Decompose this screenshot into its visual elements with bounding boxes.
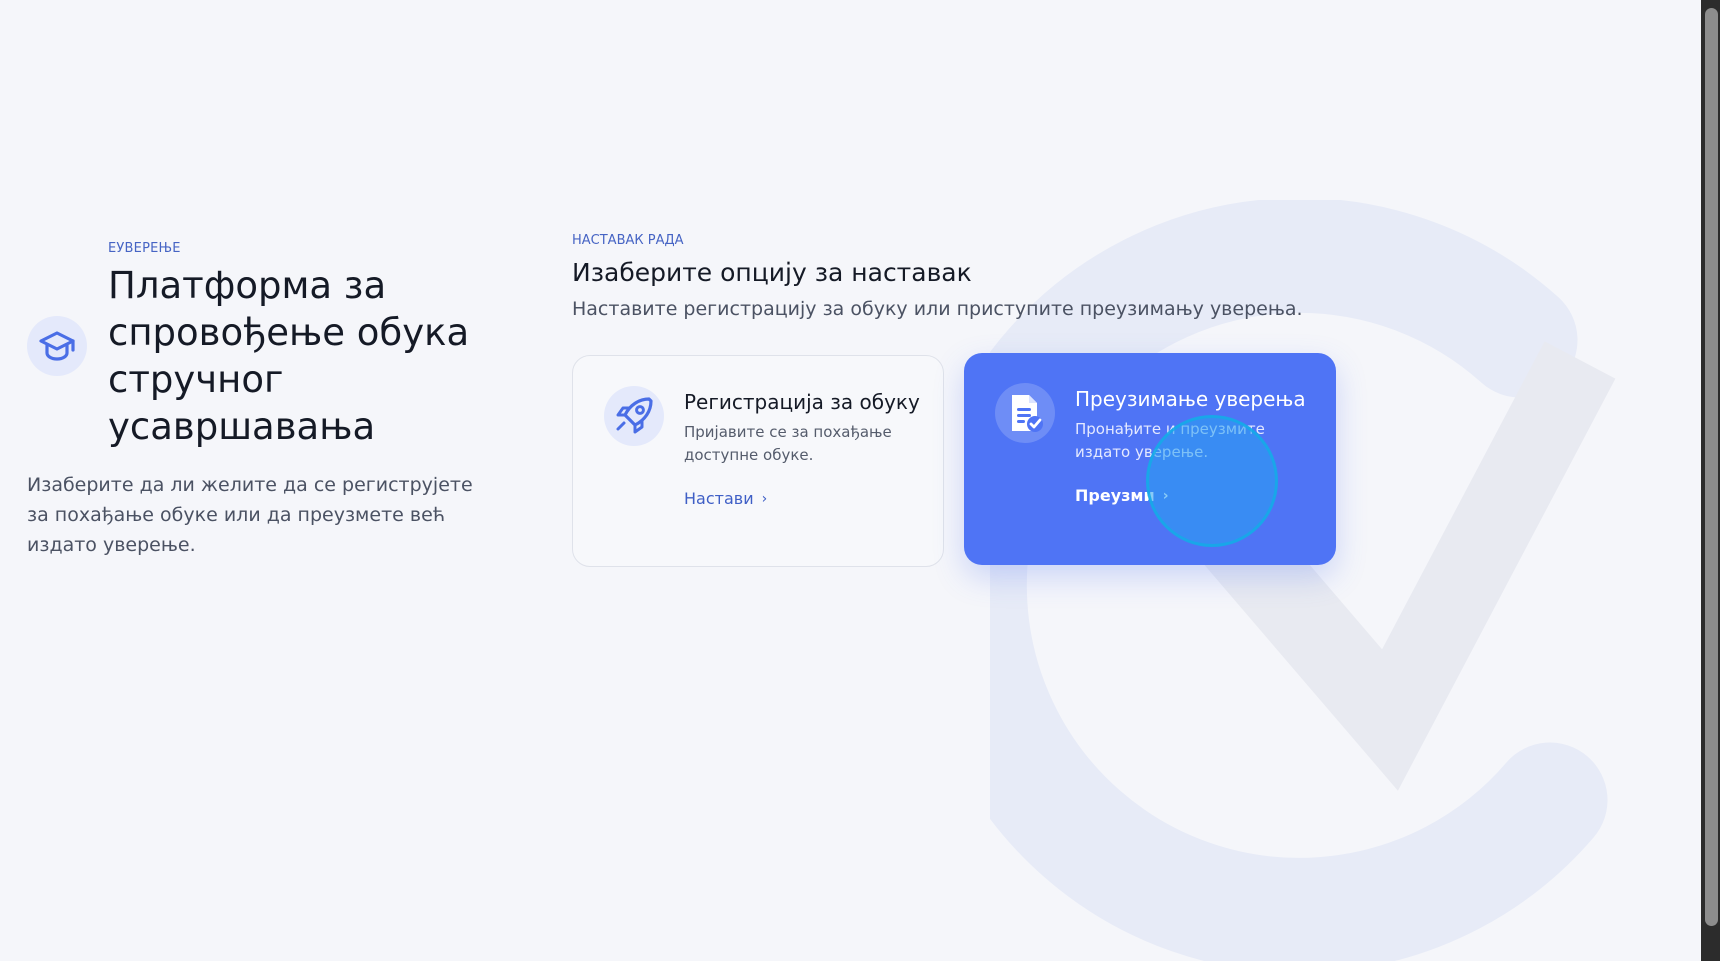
download-link-label: Преузми: [1075, 486, 1155, 505]
section-kicker: НАСТАВАК РАДА: [572, 233, 684, 248]
continue-link-label: Настави: [684, 489, 754, 508]
certificate-card-text: Пронађите и преузмите издато уверење.: [1075, 420, 1265, 461]
scrollbar[interactable]: [1701, 0, 1720, 961]
continue-link[interactable]: Настави ›: [684, 489, 767, 508]
certificate-icon: [995, 383, 1055, 443]
section-subtitle: Наставите регистрацију за обуку или прис…: [572, 298, 1303, 320]
registration-card-text: Пријавите се за похађање доступне обуке.: [684, 423, 892, 464]
hero-kicker: ЕУВЕРЕЊЕ: [108, 241, 181, 256]
page-title: Платформа за спровођење обука стручног у…: [108, 264, 470, 448]
scrollbar-thumb[interactable]: [1705, 8, 1718, 926]
hero-description: Изаберите да ли желите да се региструјет…: [27, 474, 473, 556]
rocket-icon: [604, 386, 664, 446]
chevron-right-icon: ›: [1162, 487, 1169, 504]
download-link[interactable]: Преузми ›: [1075, 486, 1169, 505]
graduation-cap-icon: [27, 316, 87, 376]
registration-card[interactable]: Регистрација за обуку Пријавите се за по…: [572, 355, 944, 567]
chevron-right-icon: ›: [761, 490, 768, 507]
certificate-card-title: Преузимање уверења: [1075, 387, 1306, 411]
section-title: Изаберите опцију за наставак: [572, 258, 972, 287]
registration-card-title: Регистрација за обуку: [684, 390, 920, 414]
certificate-card[interactable]: Преузимање уверења Пронађите и преузмите…: [964, 353, 1336, 565]
